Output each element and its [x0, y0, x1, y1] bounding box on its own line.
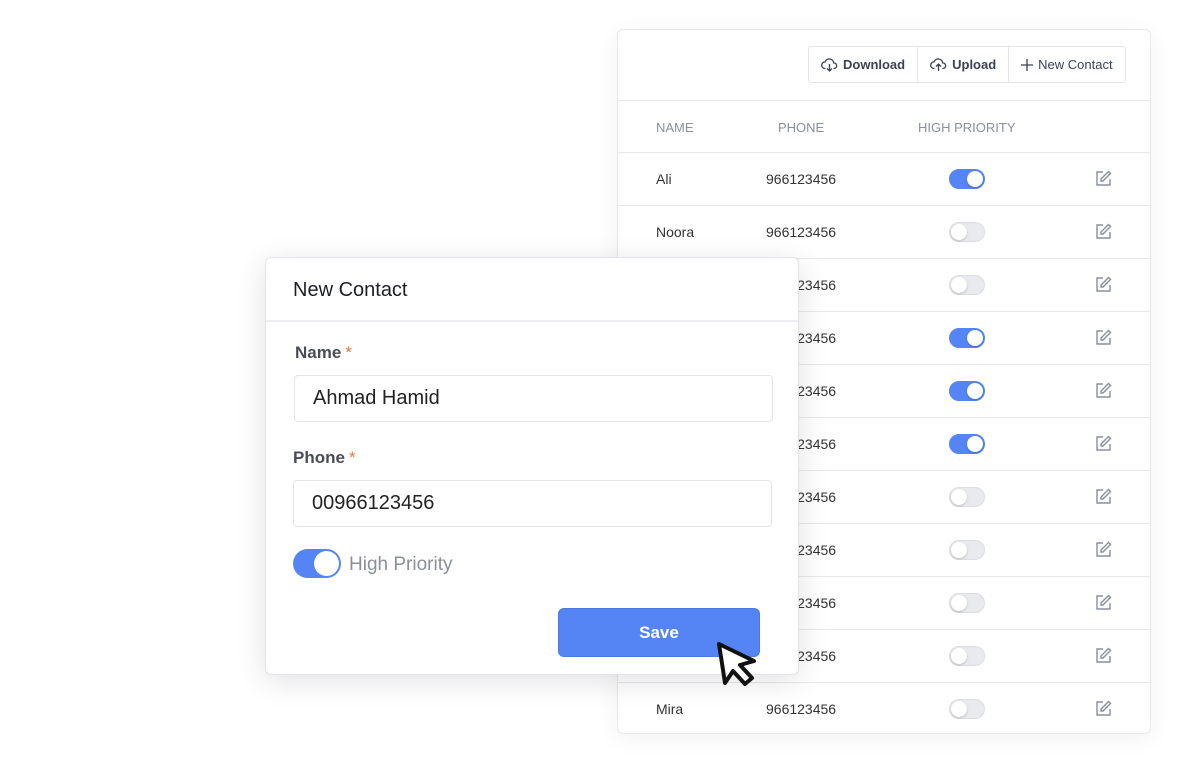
- divider: [266, 320, 798, 322]
- contact-name: Ali: [656, 171, 672, 187]
- high-priority-toggle[interactable]: [949, 434, 985, 454]
- name-input[interactable]: [294, 375, 773, 422]
- phone-label: Phone *: [293, 448, 356, 467]
- edit-icon[interactable]: [1095, 223, 1112, 240]
- high-priority-toggle[interactable]: [949, 699, 985, 719]
- table-row: Ali 966123456: [618, 152, 1150, 205]
- column-header-phone: PHONE: [778, 120, 825, 135]
- edit-icon[interactable]: [1095, 170, 1112, 187]
- edit-icon[interactable]: [1095, 382, 1112, 399]
- download-button[interactable]: Download: [809, 47, 919, 82]
- contact-name: Mira: [656, 701, 684, 717]
- contact-name: Noora: [656, 224, 695, 240]
- name-label: Name *: [295, 343, 352, 362]
- toolbar: Download Upload New Contact: [808, 46, 1126, 83]
- download-label: Download: [843, 57, 906, 72]
- edit-icon[interactable]: [1095, 594, 1112, 611]
- contact-phone: 966123456: [766, 701, 837, 717]
- mouse-cursor-icon: [717, 642, 756, 686]
- high-priority-toggle[interactable]: [293, 549, 341, 578]
- edit-icon[interactable]: [1095, 276, 1112, 293]
- edit-icon[interactable]: [1095, 541, 1112, 558]
- high-priority-toggle[interactable]: [949, 169, 985, 189]
- high-priority-toggle[interactable]: [949, 540, 985, 560]
- contact-phone: 966123456: [766, 224, 837, 240]
- modal-title: New Contact: [293, 279, 408, 301]
- edit-icon[interactable]: [1095, 329, 1112, 346]
- divider: [618, 100, 1150, 101]
- table-row: Mira 966123456: [618, 682, 1150, 735]
- edit-icon[interactable]: [1095, 435, 1112, 452]
- new-contact-modal: New Contact Name* Phone* High Priority S…: [265, 257, 799, 675]
- high-priority-label: High Priority: [349, 554, 453, 575]
- contact-phone: 966123456: [766, 171, 837, 187]
- edit-icon[interactable]: [1095, 488, 1112, 505]
- high-priority-toggle[interactable]: [949, 646, 985, 666]
- upload-label: Upload: [952, 57, 997, 72]
- phone-input[interactable]: [293, 480, 772, 527]
- edit-icon[interactable]: [1095, 647, 1112, 664]
- high-priority-toggle[interactable]: [949, 222, 985, 242]
- high-priority-toggle[interactable]: [949, 328, 985, 348]
- table-row: Noora 966123456: [618, 205, 1150, 258]
- new-contact-button[interactable]: New Contact: [1009, 47, 1124, 82]
- high-priority-toggle[interactable]: [949, 487, 985, 507]
- upload-button[interactable]: Upload: [918, 47, 1010, 82]
- plus-icon: [1021, 58, 1034, 71]
- column-header-name: NAME: [656, 120, 694, 135]
- high-priority-toggle[interactable]: [949, 275, 985, 295]
- column-header-high-priority: HIGH PRIORITY: [918, 120, 1016, 135]
- cloud-upload-icon: [930, 58, 947, 71]
- edit-icon[interactable]: [1095, 700, 1112, 717]
- high-priority-toggle[interactable]: [949, 381, 985, 401]
- high-priority-toggle[interactable]: [949, 593, 985, 613]
- cloud-download-icon: [821, 58, 838, 72]
- new-contact-label: New Contact: [1038, 57, 1113, 72]
